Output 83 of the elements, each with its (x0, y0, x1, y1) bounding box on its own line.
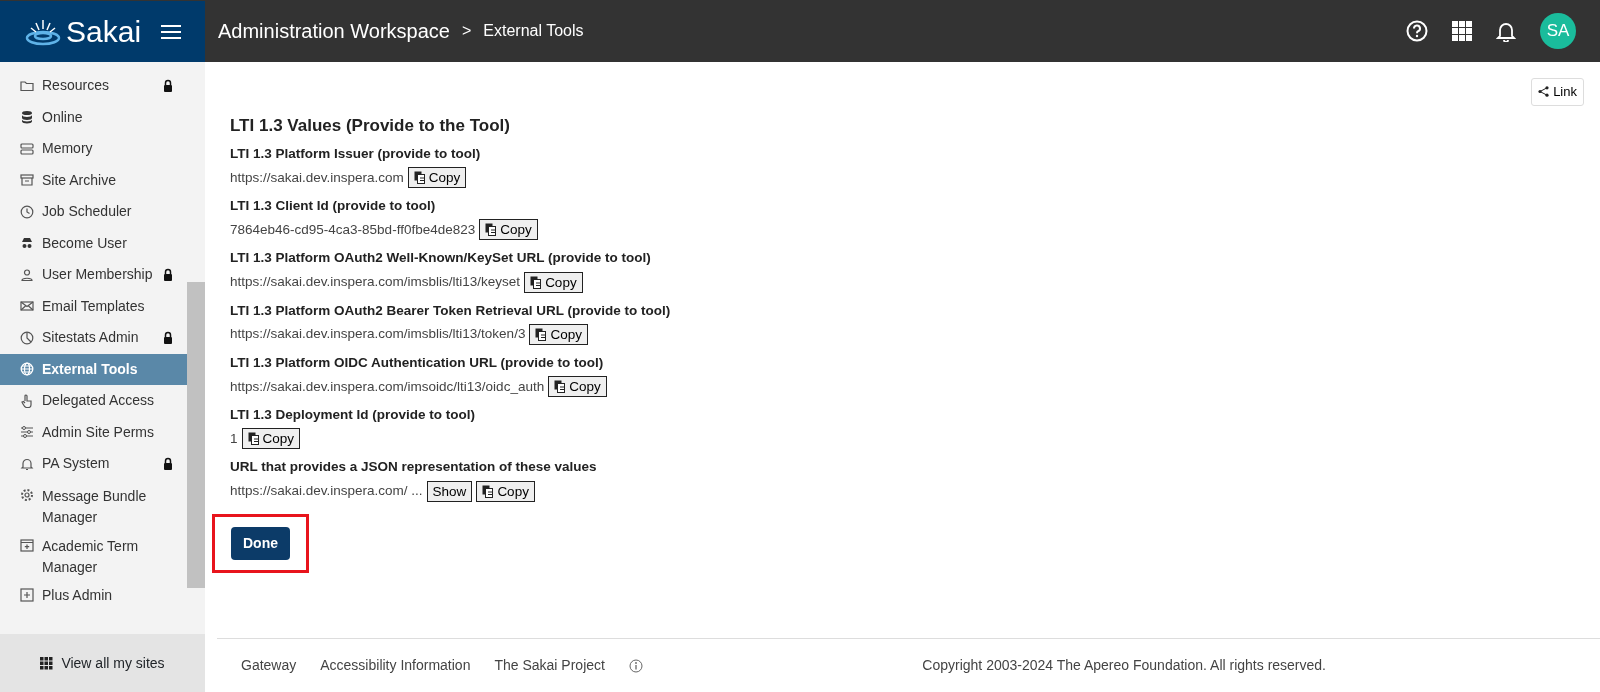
notifications-button[interactable] (1496, 20, 1516, 42)
field-value: https://sakai.dev.inspera.com/ ... (230, 482, 423, 500)
clipboard-icon (530, 275, 542, 289)
copyright-text: Copyright 2003-2024 The Apereo Foundation. All rights reserved. (922, 656, 1326, 675)
sidebar-item[interactable]: Resources (0, 70, 187, 102)
copy-button[interactable]: Copy (476, 480, 535, 502)
copy-button[interactable]: Copy (241, 428, 301, 450)
field-label: LTI 1.3 Platform OAuth2 Well-Known/KeySet URL (provide to tool) (230, 249, 652, 268)
clock-icon (20, 204, 34, 219)
field-value: 7864eb46-cd95-4ca3-85bd-ff0fbe4de823 (230, 220, 476, 239)
sidebar-item[interactable]: Memory (0, 133, 187, 165)
sidebar-item[interactable]: Online (0, 101, 187, 133)
copy-button[interactable]: Copy (479, 219, 538, 241)
share-icon (1538, 86, 1550, 98)
apps-grid-button[interactable] (1452, 21, 1472, 41)
sidebar-item[interactable]: Become User (0, 227, 187, 259)
sliders-icon (20, 425, 34, 440)
sidebar-item[interactable]: Sitestats Admin (0, 322, 187, 354)
sidebar-item[interactable]: External Tools (0, 353, 187, 385)
field-label: LTI 1.3 Platform OAuth2 Bearer Token Retrieval URL (provide to tool) (230, 301, 672, 320)
envelope-icon (20, 299, 34, 314)
copy-button[interactable]: Copy (529, 323, 588, 345)
field-label: LTI 1.3 Platform OIDC Authentication URL (provide to tool) (230, 353, 605, 372)
footer-link[interactable]: Gateway (241, 655, 297, 676)
field-label: URL that provides a JSON representation of these values (230, 458, 598, 477)
sidebar-item[interactable]: Delegated Access (0, 385, 187, 417)
sidebar-item[interactable]: Academic Term Manager (0, 529, 187, 580)
calendar-plus-icon (20, 537, 34, 552)
field-label: LTI 1.3 Deployment Id (provide to tool) (230, 406, 476, 425)
grid-icon (40, 656, 54, 670)
gear-icon (20, 487, 34, 502)
breadcrumb-separator: > (460, 21, 473, 41)
footer-link[interactable]: The Sakai Project (494, 655, 605, 676)
clipboard-icon (554, 380, 566, 394)
bell-icon (1496, 20, 1516, 42)
copy-button[interactable]: Copy (548, 376, 607, 398)
splash-logo-icon (24, 17, 62, 46)
done-button[interactable]: Done (231, 526, 290, 560)
field-label: LTI 1.3 Platform Issuer (provide to tool) (230, 144, 482, 163)
footer-link[interactable]: Accessibility Information (320, 655, 471, 676)
sidebar-item[interactable]: Plus Admin (0, 579, 187, 611)
sidebar-item[interactable]: Site Archive (0, 164, 187, 196)
field-value: https://sakai.dev.inspera.com/imsblis/lti13/keyset (230, 273, 521, 291)
brand-name: Sakai (66, 16, 142, 47)
copy-button[interactable]: Copy (407, 167, 467, 189)
menu-icon (161, 24, 181, 41)
section-heading: LTI 1.3 Values (Provide to the Tool) (230, 115, 511, 136)
field-value: 1 (230, 429, 238, 448)
clipboard-icon (247, 432, 259, 446)
help-icon (1406, 20, 1428, 42)
help-button[interactable] (1406, 20, 1428, 42)
field-label: LTI 1.3 Client Id (provide to tool) (230, 197, 437, 216)
sidebar-item[interactable]: Admin Site Perms (0, 416, 187, 448)
clipboard-icon (413, 171, 425, 185)
server-icon (20, 141, 34, 156)
plus-square-icon (20, 588, 34, 603)
globe-icon (20, 362, 34, 377)
person-icon (20, 267, 34, 282)
grid-icon (1452, 21, 1472, 41)
view-all-sites-link[interactable]: View all my sites (61, 652, 165, 674)
clipboard-icon (535, 327, 547, 341)
sidebar-item[interactable]: Email Templates (0, 290, 187, 322)
info-icon (628, 658, 643, 673)
show-button[interactable]: Show (426, 480, 473, 502)
clipboard-icon (482, 484, 494, 498)
copy-button[interactable]: Copy (524, 271, 583, 293)
clipboard-icon (485, 223, 497, 237)
page-title: External Tools (483, 21, 584, 41)
bell-icon (20, 456, 34, 471)
field-value: https://sakai.dev.inspera.com/imsoidc/lti13/oidc_auth (230, 377, 545, 396)
sidebar-item[interactable]: Job Scheduler (0, 196, 187, 228)
field-value: https://sakai.dev.inspera.com/imsblis/lti13/token/3 (230, 325, 526, 344)
database-icon (20, 110, 34, 125)
folder-icon (20, 78, 34, 93)
sidebar-item[interactable]: PA System (0, 448, 187, 480)
site-title[interactable]: Administration Workspace (218, 16, 450, 46)
sidebar-item[interactable]: User Membership (0, 259, 187, 291)
field-value: https://sakai.dev.inspera.com (230, 168, 404, 187)
incognito-icon (20, 236, 34, 251)
sidebar-item[interactable]: Message Bundle Manager (0, 479, 187, 530)
pie-chart-icon (20, 330, 34, 345)
link-button[interactable]: Link (1531, 78, 1584, 106)
archive-icon (20, 173, 34, 188)
